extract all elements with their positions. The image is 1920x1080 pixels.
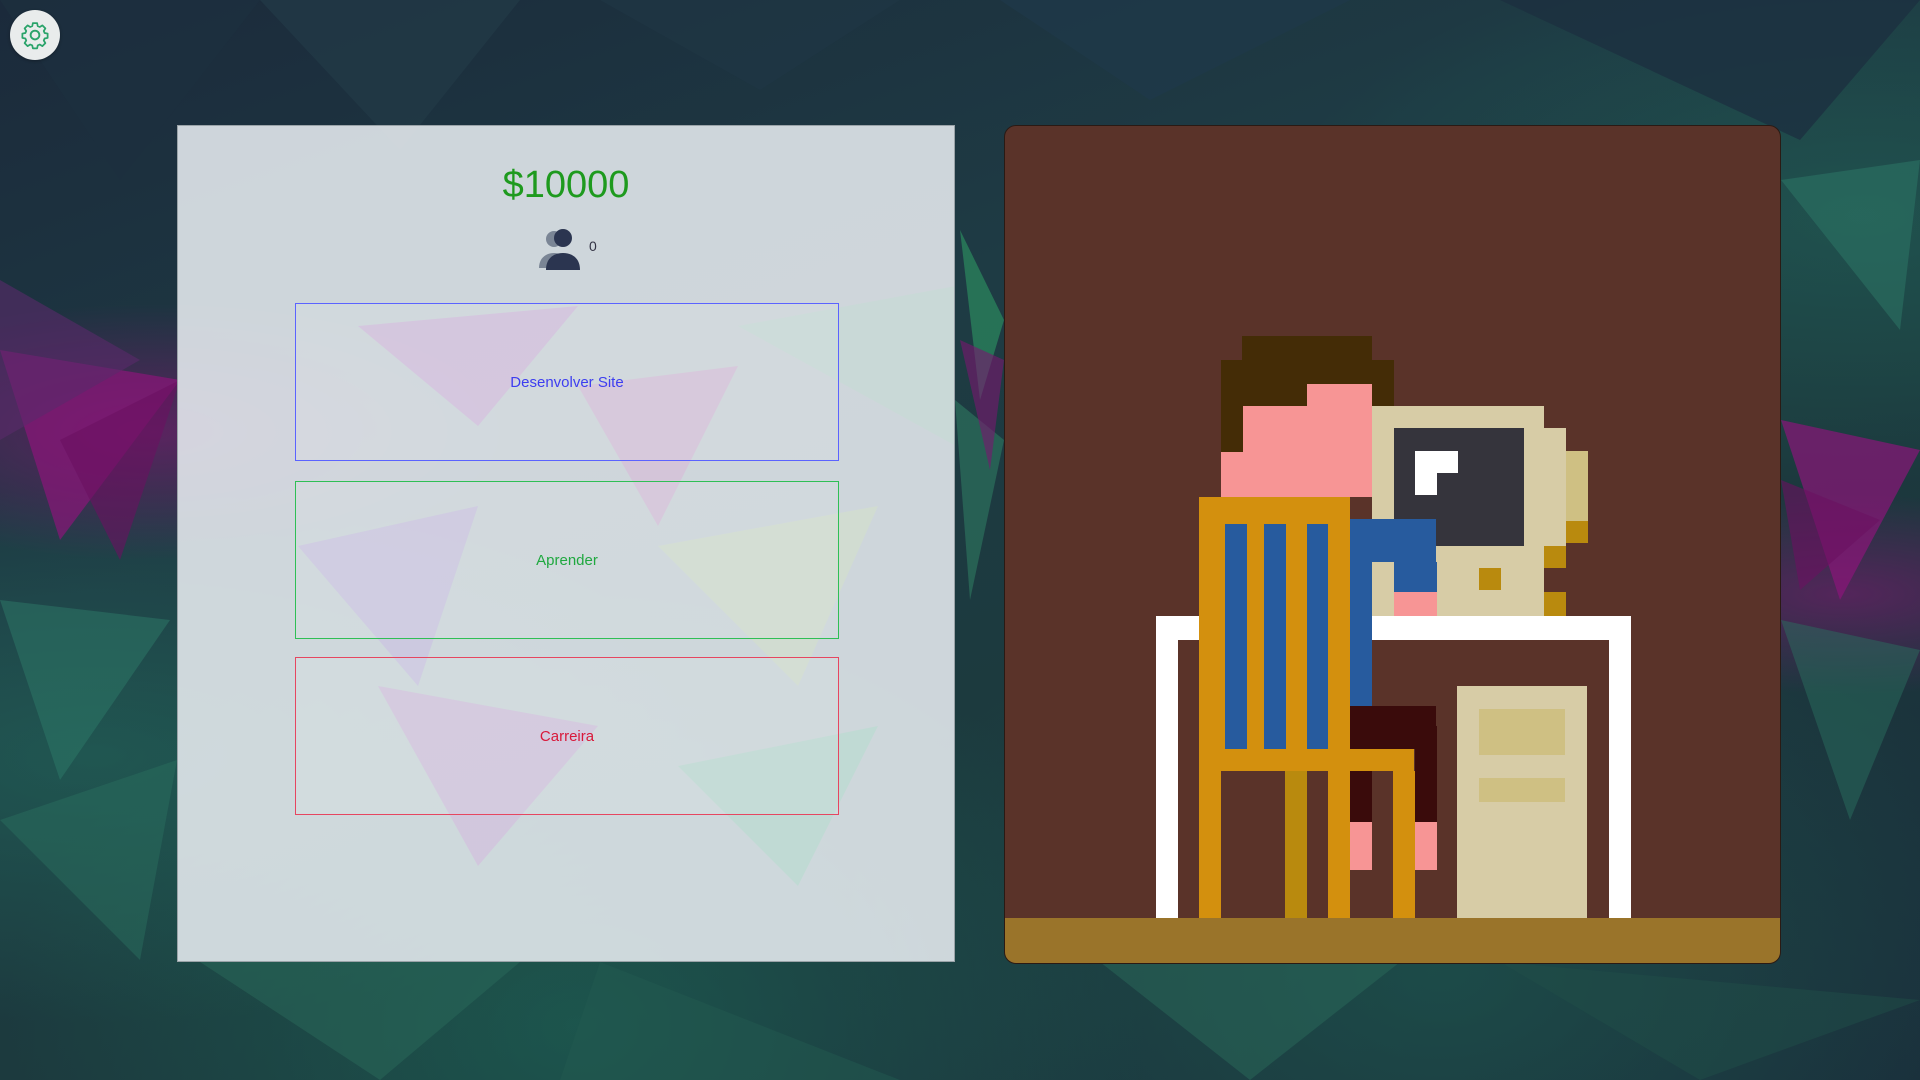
- actions-panel: $10000 0 Desenvolver Site Aprender Carre…: [177, 125, 955, 962]
- scene-panel: [1004, 125, 1781, 964]
- employees-counter: 0: [536, 226, 597, 272]
- gear-icon: [21, 22, 49, 50]
- employees-count: 0: [589, 238, 597, 254]
- learn-button[interactable]: Aprender: [295, 481, 839, 639]
- develop-site-label: Desenvolver Site: [510, 373, 624, 391]
- developer-at-computer-illustration: [1005, 336, 1780, 963]
- career-label: Carreira: [539, 727, 595, 745]
- learn-label: Aprender: [536, 551, 598, 569]
- settings-button[interactable]: [10, 10, 60, 60]
- develop-site-button[interactable]: Desenvolver Site: [295, 303, 839, 461]
- career-button[interactable]: Carreira: [295, 657, 839, 815]
- money-display: $10000: [502, 164, 630, 206]
- users-icon: [539, 229, 580, 270]
